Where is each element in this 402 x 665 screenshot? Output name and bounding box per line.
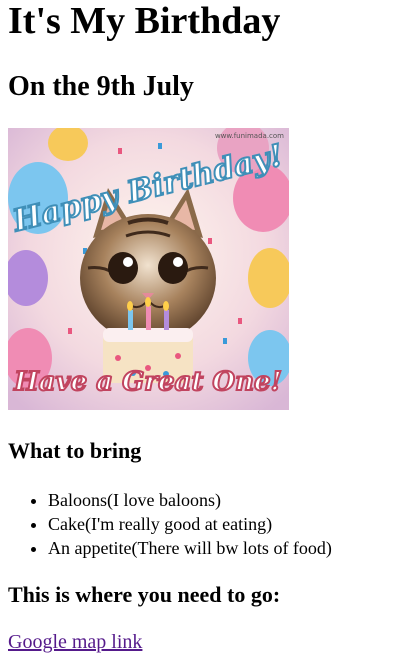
location-heading: This is where you need to go: [8,582,281,607]
bring-heading: What to bring [8,438,142,463]
page-title: It's My Birthday [8,0,281,42]
birthday-cat-image: Happy Birthday! Have a Great One! www.fu… [8,128,289,410]
svg-text:Have a Great One!: Have a Great One! [13,367,282,397]
list-item: Cake(I'm really good at eating) [48,512,332,536]
google-map-link[interactable]: Google map link [8,630,142,654]
bring-list: Baloons(I love baloons) Cake(I'm really … [8,488,332,560]
svg-text:www.funimada.com: www.funimada.com [215,132,284,140]
list-item: An appetite(There will bw lots of food) [48,536,332,560]
list-item: Baloons(I love baloons) [48,488,332,512]
page-subtitle: On the 9th July [8,71,194,102]
